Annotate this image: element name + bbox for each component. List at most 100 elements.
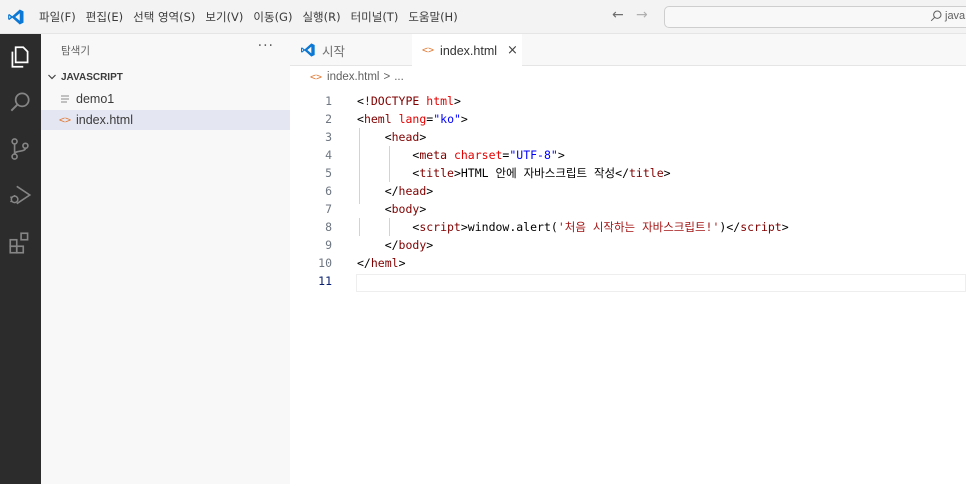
menu-file[interactable]: 파일(F) — [34, 9, 81, 25]
code-line[interactable]: 2 <heml lang="ko"> — [290, 110, 966, 128]
command-center-search[interactable]: java — [664, 6, 966, 28]
code-token: </ — [357, 184, 399, 198]
code-token: body — [391, 202, 420, 216]
code-token: !DOCTYPE — [363, 94, 420, 108]
code-line[interactable]: 6 </head> — [290, 182, 966, 200]
code-line[interactable]: 7 <body> — [290, 200, 966, 218]
forward-arrow-icon[interactable]: → — [636, 7, 648, 23]
code-token: > — [419, 202, 427, 216]
code-line[interactable]: 11 — [290, 272, 966, 290]
tab-label: index.html — [440, 43, 498, 58]
code-token: > — [663, 166, 671, 180]
tab-label: 시작 — [322, 44, 346, 59]
sidebar-title: 탐색기 — [61, 45, 90, 57]
menu-help[interactable]: 도움말(H) — [403, 9, 462, 25]
vscode-logo-icon — [8, 9, 24, 25]
line-code: <script>window.alert('처음 시작하는 자바스크립트!')<… — [357, 218, 789, 236]
code-line[interactable]: 5 <title>HTML 안에 자바스크립트 작성</title> — [290, 164, 966, 182]
more-actions-icon[interactable]: ··· — [258, 38, 274, 54]
code-token: html — [426, 94, 454, 108]
code-line[interactable]: 8 <script>window.alert('처음 시작하는 자바스크립트!'… — [290, 218, 966, 236]
search-icon — [930, 10, 942, 22]
line-number: 6 — [325, 184, 332, 198]
line-number: 3 — [325, 130, 332, 144]
folder-section-header[interactable]: JAVASCRIPT — [41, 67, 290, 87]
code-token: < — [357, 202, 392, 216]
line-code: <body> — [357, 200, 427, 218]
menu-run[interactable]: 실행(R) — [297, 9, 345, 25]
breadcrumb-symbols[interactable]: ... — [394, 71, 404, 83]
code-token: > — [460, 112, 468, 126]
code-token: script — [740, 220, 782, 234]
code-editor[interactable]: 1 <!DOCTYPE html> 2 <heml lang="ko"> 3 <head… — [290, 88, 966, 484]
line-number: 2 — [325, 112, 332, 126]
menu-go[interactable]: 이동(G) — [248, 9, 297, 25]
line-code: </head> — [357, 182, 434, 200]
breadcrumb-file[interactable]: index.html — [327, 71, 379, 83]
code-token: < — [357, 112, 364, 126]
code-token: < — [357, 220, 420, 234]
close-icon[interactable]: × — [507, 43, 518, 58]
code-token: '처음 시작하는 자바스크립트!' — [557, 220, 720, 234]
code-token: > — [557, 148, 565, 162]
editor-tab-bar: 시작 <> index.html × — [290, 34, 966, 67]
code-token: head — [398, 184, 427, 198]
code-token: body — [398, 238, 427, 252]
code-token: > — [460, 220, 468, 234]
line-number: 1 — [325, 94, 332, 108]
code-token: </ — [726, 220, 741, 234]
menu-bar: 파일(F) 편집(E) 선택 영역(S) 보기(V) 이동(G) 실행(R) 터… — [34, 0, 463, 34]
html-file-icon: <> — [58, 114, 72, 126]
menu-edit[interactable]: 편집(E) — [81, 9, 128, 25]
line-code: <meta charset="UTF-8"> — [357, 146, 565, 164]
menu-terminal[interactable]: 터미널(T) — [346, 9, 404, 25]
file-item-demo1[interactable]: demo1 — [41, 89, 290, 109]
code-line[interactable]: 4 <meta charset="UTF-8"> — [290, 146, 966, 164]
file-lines-icon — [59, 93, 71, 105]
back-arrow-icon[interactable]: ← — [612, 7, 624, 23]
file-name: index.html — [76, 113, 133, 127]
explorer-sidebar: 탐색기 ··· JAVASCRIPT demo1 <> index.html — [41, 34, 290, 484]
code-line[interactable]: 1 <!DOCTYPE html> — [290, 92, 966, 110]
file-item-index-html[interactable]: <> index.html — [41, 110, 290, 130]
code-token: title — [629, 166, 664, 180]
html-file-icon: <> — [310, 71, 323, 83]
code-token: meta — [419, 148, 448, 162]
line-code: <title>HTML 안에 자바스크립트 작성</title> — [357, 164, 671, 182]
menu-selection[interactable]: 선택 영역(S) — [128, 9, 200, 25]
code-token: head — [391, 130, 420, 144]
search-icon[interactable] — [7, 89, 33, 115]
tab-index-html[interactable]: <> index.html × — [412, 34, 522, 67]
code-token: charset — [453, 148, 503, 162]
line-code: </body> — [357, 236, 434, 254]
extensions-icon[interactable] — [7, 230, 33, 256]
code-token: window.alert( — [467, 220, 558, 234]
line-number: 11 — [318, 274, 332, 288]
code-line[interactable]: 9 </body> — [290, 236, 966, 254]
code-token: script — [419, 220, 461, 234]
run-debug-icon[interactable] — [7, 182, 33, 208]
file-name: demo1 — [76, 92, 115, 106]
code-token: > — [398, 256, 406, 270]
source-control-icon[interactable] — [7, 136, 33, 162]
code-token: heml — [370, 256, 399, 270]
code-line[interactable]: 10 </heml> — [290, 254, 966, 272]
code-token: > — [426, 184, 434, 198]
code-token: > — [419, 130, 427, 144]
title-bar: 파일(F) 편집(E) 선택 영역(S) 보기(V) 이동(G) 실행(R) 터… — [0, 0, 966, 34]
menu-view[interactable]: 보기(V) — [200, 9, 248, 25]
breadcrumb: <> index.html > ... — [290, 67, 404, 87]
code-token: < — [357, 166, 420, 180]
tab-welcome[interactable]: 시작 — [290, 34, 412, 66]
chevron-down-icon — [48, 74, 56, 80]
search-text: java — [945, 10, 966, 22]
code-line[interactable]: 3 <head> — [290, 128, 966, 146]
line-code: </heml> — [357, 254, 406, 272]
code-token: </ — [357, 256, 371, 270]
code-token: > — [781, 220, 789, 234]
code-token: "UTF-8" — [509, 148, 558, 162]
explorer-files-icon[interactable] — [7, 44, 33, 70]
line-number: 7 — [325, 202, 332, 216]
